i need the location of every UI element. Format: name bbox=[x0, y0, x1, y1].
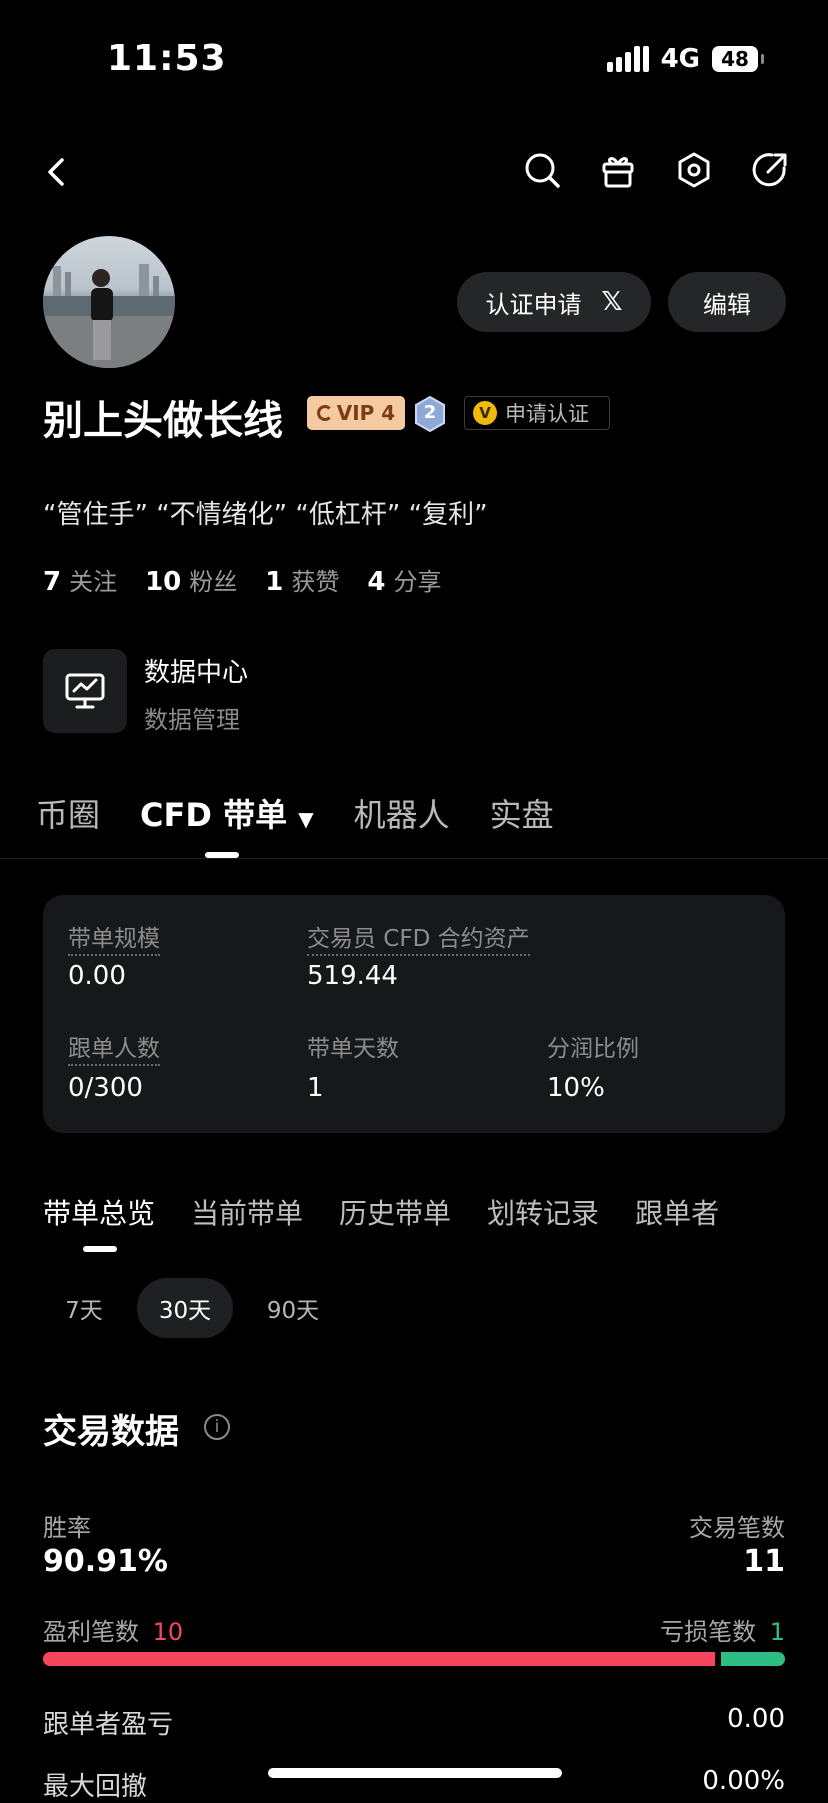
divider bbox=[0, 858, 828, 859]
tab-live[interactable]: 实盘 bbox=[490, 790, 554, 836]
apply-cert-label: 申请认证 bbox=[505, 402, 589, 426]
home-indicator[interactable] bbox=[268, 1768, 562, 1778]
followers-label[interactable]: 跟单人数 bbox=[68, 1036, 160, 1066]
copy-trade-summary-card: 带单规模 0.00 交易员 CFD 合约资产 519.44 跟单人数 0/300… bbox=[43, 895, 785, 1133]
loss-count-row: 亏损笔数 1 bbox=[660, 1612, 785, 1647]
range-30d[interactable]: 30天 bbox=[137, 1278, 233, 1338]
tab-transfers[interactable]: 划转记录 bbox=[487, 1192, 599, 1232]
top-actions bbox=[522, 150, 790, 190]
stat-following[interactable]: 7 关注 bbox=[43, 562, 117, 597]
share-icon[interactable] bbox=[750, 150, 790, 190]
share-label: 分润比例 bbox=[547, 1036, 639, 1062]
tab-cfd-label: CFD 带单 bbox=[140, 796, 288, 834]
tab-cfd[interactable]: CFD 带单 ▼ bbox=[140, 790, 314, 836]
tab-current[interactable]: 当前带单 bbox=[191, 1192, 303, 1232]
x-icon[interactable]: 𝕏 bbox=[602, 287, 623, 317]
profit-count-row: 盈利笔数 10 bbox=[43, 1612, 183, 1647]
profit-count: 10 bbox=[152, 1618, 184, 1646]
avatar[interactable] bbox=[43, 236, 175, 368]
trades-label: 交易笔数 bbox=[689, 1514, 785, 1542]
back-icon[interactable] bbox=[36, 152, 76, 192]
win-rate-label: 胜率 bbox=[43, 1514, 91, 1542]
cert-apply-label: 认证申请 bbox=[485, 290, 582, 319]
profile-name: 别上头做长线 bbox=[43, 398, 283, 444]
follower-pnl-value: 0.00 bbox=[727, 1704, 785, 1734]
share-value: 10% bbox=[547, 1073, 605, 1103]
max-drawdown-value: 0.00% bbox=[702, 1766, 785, 1796]
loss-bar bbox=[721, 1652, 785, 1666]
tab-crypto[interactable]: 币圈 bbox=[36, 790, 100, 836]
network-type: 4G bbox=[660, 44, 700, 74]
vip-c-icon bbox=[316, 405, 333, 421]
sub-tabs: 带单总览 当前带单 历史带单 划转记录 跟单者 bbox=[43, 1192, 719, 1232]
follower-pnl-label: 跟单者盈亏 bbox=[43, 1710, 174, 1740]
search-icon[interactable] bbox=[522, 150, 562, 190]
settings-icon[interactable] bbox=[674, 150, 714, 190]
vip-label: VIP 4 bbox=[336, 401, 396, 425]
sub-tab-indicator bbox=[83, 1246, 117, 1252]
trades-value: 11 bbox=[743, 1544, 785, 1579]
level-badge[interactable]: 2 bbox=[414, 395, 446, 433]
status-indicators: 4G 48 bbox=[606, 44, 764, 74]
scale-value: 0.00 bbox=[68, 961, 126, 991]
edit-button[interactable]: 编辑 bbox=[668, 272, 786, 332]
tab-overview[interactable]: 带单总览 bbox=[43, 1192, 155, 1232]
profit-label: 盈利笔数 bbox=[43, 1618, 139, 1646]
asset-value: 519.44 bbox=[307, 961, 398, 991]
battery-icon: 48 bbox=[712, 46, 764, 72]
status-time: 11:53 bbox=[107, 38, 227, 79]
win-rate-value: 90.91% bbox=[43, 1544, 168, 1579]
tab-history[interactable]: 历史带单 bbox=[339, 1192, 451, 1232]
days-label: 带单天数 bbox=[307, 1036, 399, 1062]
data-center-icon[interactable] bbox=[43, 649, 127, 733]
tab-followers[interactable]: 跟单者 bbox=[635, 1192, 719, 1232]
main-tabs: 币圈 CFD 带单 ▼ 机器人 实盘 bbox=[36, 790, 554, 836]
followers-value: 0/300 bbox=[68, 1073, 143, 1103]
vip-badge[interactable]: VIP 4 bbox=[307, 396, 405, 430]
cert-apply-button[interactable]: 认证申请 𝕏 bbox=[457, 272, 651, 332]
verified-icon: V bbox=[473, 401, 497, 425]
asset-label[interactable]: 交易员 CFD 合约资产 bbox=[307, 926, 530, 956]
info-icon[interactable]: i bbox=[204, 1414, 230, 1440]
stat-followers[interactable]: 10 粉丝 bbox=[145, 562, 237, 597]
scale-label[interactable]: 带单规模 bbox=[68, 926, 160, 956]
max-drawdown-label: 最大回撤 bbox=[43, 1772, 148, 1802]
stat-shares[interactable]: 4 分享 bbox=[367, 562, 441, 597]
days-value: 1 bbox=[307, 1073, 324, 1103]
range-7d[interactable]: 7天 bbox=[50, 1278, 118, 1338]
loss-label: 亏损笔数 bbox=[660, 1618, 757, 1646]
profit-bar bbox=[43, 1652, 715, 1666]
profile-stats: 7 关注 10 粉丝 1 获赞 4 分享 bbox=[43, 562, 441, 597]
dropdown-icon: ▼ bbox=[298, 807, 314, 831]
data-center-title[interactable]: 数据中心 bbox=[144, 652, 248, 689]
data-center-subtitle: 数据管理 bbox=[144, 706, 240, 734]
apply-cert-badge[interactable]: V 申请认证 bbox=[464, 396, 610, 430]
gift-icon[interactable] bbox=[598, 150, 638, 190]
signal-icon bbox=[606, 46, 649, 72]
trade-data-title: 交易数据 bbox=[43, 1412, 179, 1452]
stat-likes[interactable]: 1 获赞 bbox=[265, 562, 339, 597]
level-number: 2 bbox=[423, 402, 437, 423]
range-90d[interactable]: 90天 bbox=[250, 1278, 336, 1338]
bio: “管住手” “不情绪化” “低杠杆” “复利” bbox=[43, 500, 488, 530]
loss-count: 1 bbox=[769, 1618, 785, 1646]
tab-bot[interactable]: 机器人 bbox=[354, 790, 450, 836]
